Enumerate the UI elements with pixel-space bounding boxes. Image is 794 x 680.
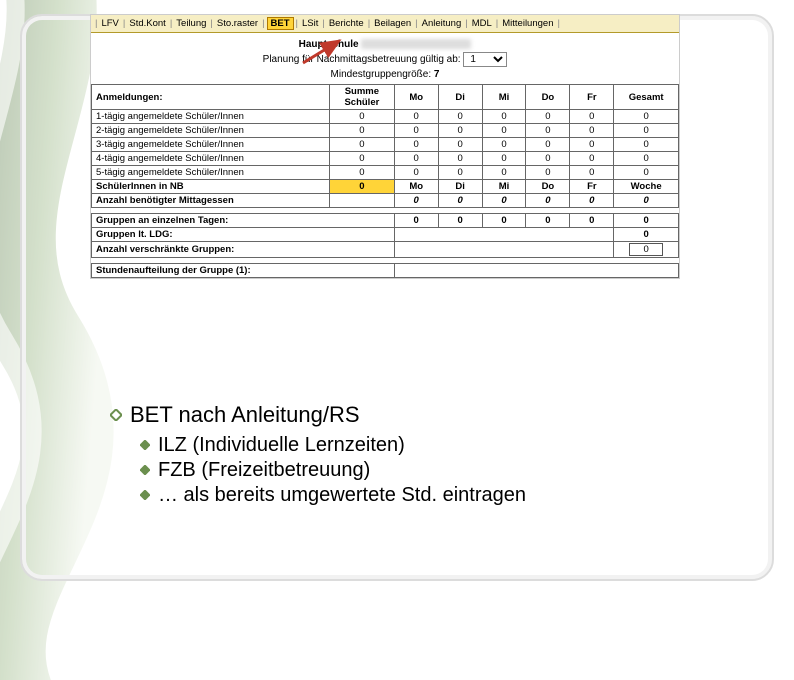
menu-beilagen[interactable]: Beilagen [372,18,413,29]
table-row: 4-tägig angemeldete Schüler/Innen 0 0 0 … [92,152,679,166]
row-meals: Anzahl benötigter Mittagessen 0 0 0 0 0 … [92,194,679,208]
menu-teilung[interactable]: Teilung [174,18,208,29]
row-groups-ldg: Gruppen lt. LDG: 0 [92,228,679,242]
bullet-icon [110,401,122,413]
row-nb: SchülerInnen in NB 0 Mo Di Mi Do Fr Woch… [92,180,679,194]
bullet-icon [140,433,150,443]
screenshot-panel: | LFV| Std.Kont| Teilung| Sto.raster| BE… [90,14,680,279]
bullet-lvl2-text: … als bereits umgewertete Std. eintragen [158,484,526,506]
menu-anleitung[interactable]: Anleitung [420,18,464,29]
planning-label: Planung für Nachmittagsbetreuung gültig … [263,54,461,65]
th-do: Do [526,85,570,110]
school-title: Hauptschule [299,39,359,50]
menu-bar: | LFV| Std.Kont| Teilung| Sto.raster| BE… [91,15,679,33]
registrations-table: Anmeldungen: Summe Schüler Mo Di Mi Do F… [91,84,679,278]
bullet-icon [140,458,150,468]
planning-select[interactable]: 1 [463,52,507,67]
th-mo: Mo [394,85,438,110]
table-row: 2-tägig angemeldete Schüler/Innen 0 0 0 … [92,124,679,138]
bullet-lvl2-text: FZB (Freizeitbetreuung) [158,459,370,481]
menu-berichte[interactable]: Berichte [327,18,366,29]
bullet-list: BET nach Anleitung/RS ILZ (Individuelle … [110,402,526,509]
menu-stdkont[interactable]: Std.Kont [127,18,167,29]
menu-lfv[interactable]: LFV [99,18,120,29]
menu-mitteilungen[interactable]: Mitteilungen [500,18,555,29]
interleaved-groups-input[interactable] [629,243,663,256]
th-fr: Fr [570,85,614,110]
bullet-lvl2-text: ILZ (Individuelle Lernzeiten) [158,434,405,456]
bullet-icon [140,483,150,493]
menu-storaster[interactable]: Sto.raster [215,18,260,29]
table-row: 5-tägig angemeldete Schüler/Innen 0 0 0 … [92,166,679,180]
th-mi: Mi [482,85,526,110]
table-row: 1-tägig angemeldete Schüler/Innen 0 0 0 … [92,110,679,124]
blurred-text [361,39,471,49]
min-group-value: 7 [434,69,440,80]
th-di: Di [438,85,482,110]
table-row: 3-tägig angemeldete Schüler/Innen 0 0 0 … [92,138,679,152]
row-footer: Stundenaufteilung der Gruppe (1): [92,264,679,278]
menu-mdl[interactable]: MDL [470,18,494,29]
row-groups-days: Gruppen an einzelnen Tagen: 0 0 0 0 0 0 [92,214,679,228]
th-summe: Summe Schüler [330,85,395,110]
min-group-label: Mindestgruppengröße: [331,69,432,80]
row-groups-inter: Anzahl verschränkte Gruppen: [92,242,679,258]
th-gesamt: Gesamt [614,85,679,110]
menu-lsit[interactable]: LSit [300,18,320,29]
bullet-lvl1-text: BET nach Anleitung/RS [130,402,360,427]
th-anmeldungen: Anmeldungen: [92,85,330,110]
menu-bet[interactable]: BET [267,17,294,30]
